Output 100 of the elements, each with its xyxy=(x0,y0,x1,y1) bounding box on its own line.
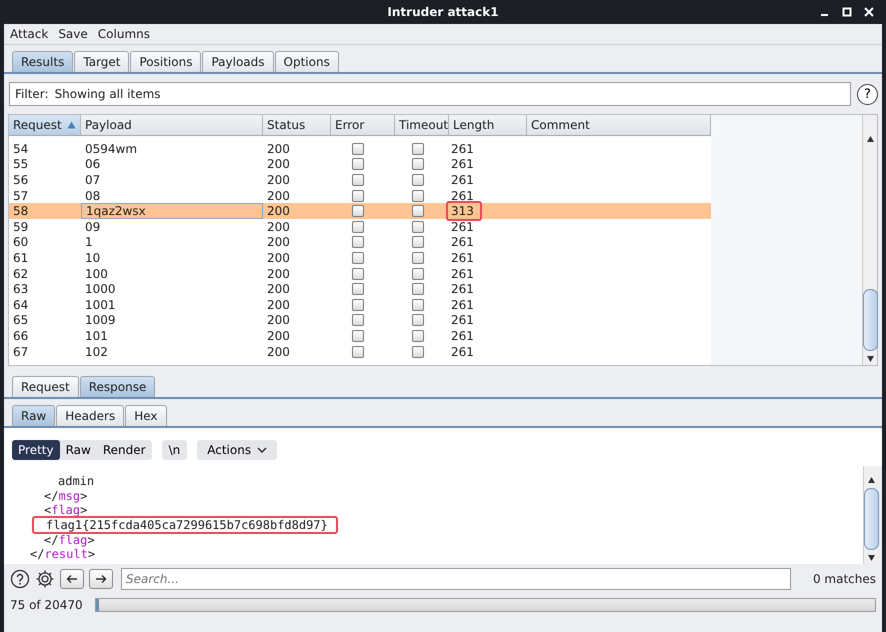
tab[interactable]: Response xyxy=(80,376,156,397)
column-header[interactable]: Length xyxy=(449,115,527,135)
column-header[interactable]: Timeout xyxy=(395,115,449,135)
arrow-right-icon xyxy=(95,574,107,584)
tab[interactable]: Positions xyxy=(130,51,202,72)
table-row[interactable]: 54 0594wm 200 261 xyxy=(9,141,711,157)
help-icon[interactable] xyxy=(10,569,30,589)
table-cell-text: 1000 xyxy=(84,281,117,297)
table-row[interactable]: 61 10 200 261 xyxy=(9,250,711,266)
table-row[interactable]: 62 100 200 261 xyxy=(9,266,711,282)
table-cell-text: 261 xyxy=(450,218,475,236)
tab[interactable]: Hex xyxy=(125,405,166,426)
scrollbar[interactable] xyxy=(863,466,878,564)
table-cell-text: 200 xyxy=(266,296,291,313)
mode-button[interactable]: Render xyxy=(96,440,152,460)
table-cell-text: 100 xyxy=(84,266,109,282)
table-cell-text: 65 xyxy=(12,312,30,328)
table-cell-text: 60 xyxy=(12,234,30,250)
table-cell-text: 261 xyxy=(450,281,475,298)
table-cell-text: 261 xyxy=(450,156,475,174)
table-cell-text: 200 xyxy=(266,156,291,172)
table-cell-text: 10 xyxy=(84,250,102,266)
table-cell-text: 200 xyxy=(266,281,291,297)
table-cell-text: 58 xyxy=(12,203,30,219)
table-row[interactable]: 63 1000 200 261 xyxy=(9,281,711,297)
column-header[interactable]: Payload xyxy=(81,115,263,135)
table-cell: 1qaz2wsx xyxy=(81,203,263,219)
menu-item[interactable]: Columns xyxy=(98,27,150,41)
scroll-down-icon[interactable] xyxy=(866,355,874,363)
mode-button[interactable]: Pretty xyxy=(12,440,60,460)
scroll-thumb[interactable] xyxy=(864,488,878,550)
table-cell-text: 54 xyxy=(12,141,30,157)
scroll-up-icon[interactable] xyxy=(866,135,874,143)
table-cell-text: 200 xyxy=(266,266,291,282)
table-cell-text: 55 xyxy=(12,156,30,172)
table-cell-text: 200 xyxy=(266,250,291,266)
close-icon[interactable] xyxy=(864,7,874,17)
tab[interactable]: Request xyxy=(12,376,79,397)
tab[interactable]: Raw xyxy=(12,405,56,426)
table-row[interactable]: 60 1 200 261 xyxy=(9,234,711,250)
table-cell-text: 261 xyxy=(450,266,475,283)
code-line: </msg> xyxy=(43,488,88,504)
tab[interactable]: Payloads xyxy=(202,51,274,72)
table-cell-text: 200 xyxy=(266,344,291,360)
newline-button[interactable]: \n xyxy=(162,440,188,460)
menu-item[interactable]: Save xyxy=(58,27,88,41)
table-row[interactable]: 67 102 200 261 xyxy=(9,344,711,360)
table-cell-text: 261 xyxy=(450,296,475,314)
table-cell-text: 63 xyxy=(12,281,30,297)
table-cell-text: 08 xyxy=(84,188,102,204)
scrollbar[interactable] xyxy=(862,115,877,365)
filter-bar[interactable]: Filter: Showing all items xyxy=(9,82,851,106)
table-row[interactable]: 64 1001 200 261 xyxy=(9,296,711,313)
table-row[interactable]: 57 08 200 261 xyxy=(9,188,711,204)
mode-button[interactable]: Raw xyxy=(60,440,97,460)
table-cell-text: 1 xyxy=(84,234,94,250)
column-header[interactable]: Error xyxy=(331,115,395,135)
tab[interactable]: Options xyxy=(274,51,339,72)
settings-icon[interactable] xyxy=(35,569,55,589)
column-header[interactable]: Status xyxy=(263,115,331,135)
sort-ascending-icon xyxy=(66,121,76,129)
table-cell-text: 66 xyxy=(12,328,30,344)
table-cell-text: 261 xyxy=(450,344,475,361)
actions-button[interactable]: Actions xyxy=(197,440,278,460)
table-cell-text: 261 xyxy=(450,234,475,252)
table-cell-text: 200 xyxy=(266,141,291,157)
table-cell-text: 07 xyxy=(84,172,102,188)
scroll-up-icon[interactable] xyxy=(866,476,876,484)
scroll-thumb[interactable] xyxy=(862,289,878,351)
tab[interactable]: Target xyxy=(74,51,130,72)
table-cell-text: 261 xyxy=(450,312,475,330)
arrow-left-icon xyxy=(66,574,78,584)
table-row[interactable]: 58 1qaz2wsx 200 313 xyxy=(9,203,711,219)
table-row[interactable]: 55 06 200 261 xyxy=(9,156,711,172)
menu-item[interactable]: Attack xyxy=(10,27,48,41)
next-button[interactable] xyxy=(89,569,113,589)
table-cell-text: 261 xyxy=(450,172,475,189)
previous-button[interactable] xyxy=(60,569,84,589)
table-cell-text: 200 xyxy=(266,218,291,235)
tab[interactable]: Results xyxy=(12,51,74,72)
table-cell-text: 102 xyxy=(84,344,109,360)
match-count: 0 matches xyxy=(812,572,876,586)
search-field[interactable]: Search... xyxy=(121,568,791,590)
table-cell: 313 xyxy=(446,201,482,222)
table-row[interactable]: 56 07 200 261 xyxy=(9,172,711,188)
table-row[interactable]: 59 09 200 261 xyxy=(9,218,711,235)
table-cell-text: 261 xyxy=(450,328,475,345)
scroll-down-icon[interactable] xyxy=(866,554,876,562)
table-cell-text: 200 xyxy=(266,203,291,219)
column-header[interactable]: Request xyxy=(9,115,81,135)
tab[interactable]: Headers xyxy=(56,405,124,426)
table-row[interactable]: 66 101 200 261 xyxy=(9,328,711,344)
table-cell-text: 200 xyxy=(266,328,291,344)
help-button[interactable]: ? xyxy=(857,84,878,104)
table-cell-text: 200 xyxy=(266,172,291,188)
table-cell-text: 09 xyxy=(84,218,102,235)
table-cell-text: 61 xyxy=(12,250,30,266)
window-title: Intruder attack1 xyxy=(387,5,499,19)
table-row[interactable]: 65 1009 200 261 xyxy=(9,312,711,328)
maximize-icon[interactable] xyxy=(842,7,852,17)
